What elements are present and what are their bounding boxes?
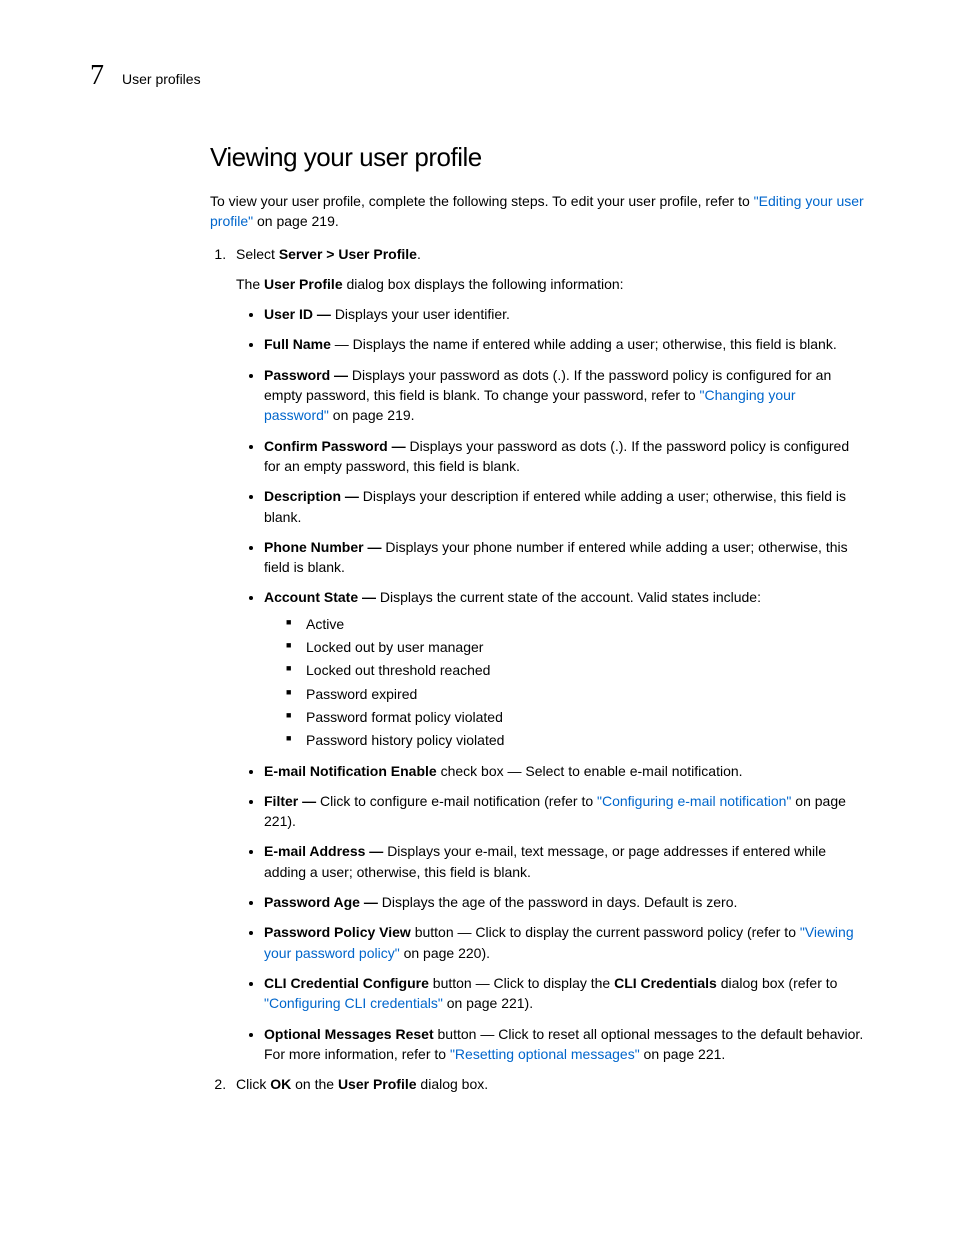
field-email-enable-desc: check box — Select to enable e-mail noti… xyxy=(437,763,743,779)
step1-suffix: . xyxy=(417,246,421,262)
field-cli-mid2: dialog box (refer to xyxy=(717,975,838,991)
step2-post: dialog box. xyxy=(417,1076,489,1092)
field-email-enable: E-mail Notification Enable check box — S… xyxy=(264,761,864,781)
step2-dialog: User Profile xyxy=(338,1076,417,1092)
field-password-post: on page 219. xyxy=(329,407,415,423)
field-policy-view-post: on page 220). xyxy=(400,945,490,961)
state-locked-manager: Locked out by user manager xyxy=(286,637,864,657)
field-account-state: Account State — Displays the current sta… xyxy=(264,587,864,750)
field-filter: Filter — Click to configure e-mail notif… xyxy=(264,791,864,832)
field-cli-mid1: button — Click to display the xyxy=(429,975,614,991)
field-policy-view: Password Policy View button — Click to d… xyxy=(264,922,864,963)
field-filter-label: Filter — xyxy=(264,793,320,809)
field-account-state-label: Account State — xyxy=(264,589,380,605)
link-cli-credentials[interactable]: "Configuring CLI credentials" xyxy=(264,995,443,1011)
field-full-name: Full Name — Displays the name if entered… xyxy=(264,334,864,354)
link-resetting-optional[interactable]: "Resetting optional messages" xyxy=(450,1046,640,1062)
field-user-id-label: User ID — xyxy=(264,306,335,322)
step1-dialog-post: dialog box displays the following inform… xyxy=(343,276,624,292)
content-body: Viewing your user profile To view your u… xyxy=(210,142,864,1094)
step1-menu: Server > User Profile xyxy=(279,246,417,262)
field-email-address: E-mail Address — Displays your e-mail, t… xyxy=(264,841,864,882)
field-password-age: Password Age — Displays the age of the p… xyxy=(264,892,864,912)
field-user-id-desc: Displays your user identifier. xyxy=(335,306,510,322)
field-password-age-desc: Displays the age of the password in days… xyxy=(382,894,738,910)
link-configuring-email[interactable]: "Configuring e-mail notification" xyxy=(597,793,791,809)
state-format-violated: Password format policy violated xyxy=(286,707,864,727)
field-password: Password — Displays your password as dot… xyxy=(264,365,864,426)
intro-text-post: on page 219. xyxy=(253,213,339,229)
state-active: Active xyxy=(286,614,864,634)
field-confirm-password-label: Confirm Password — xyxy=(264,438,409,454)
step-1: Select Server > User Profile. The User P… xyxy=(230,244,864,1065)
state-locked-threshold: Locked out threshold reached xyxy=(286,660,864,680)
field-cli-post: on page 221). xyxy=(443,995,533,1011)
page-header: 7 User profiles xyxy=(90,60,864,92)
field-cli-label: CLI Credential Configure xyxy=(264,975,429,991)
step1-prefix: Select xyxy=(236,246,279,262)
field-policy-view-label: Password Policy View xyxy=(264,924,411,940)
field-phone: Phone Number — Displays your phone numbe… xyxy=(264,537,864,578)
field-description-label: Description — xyxy=(264,488,363,504)
field-email-address-label: E-mail Address — xyxy=(264,843,387,859)
field-password-age-label: Password Age — xyxy=(264,894,382,910)
state-password-expired: Password expired xyxy=(286,684,864,704)
field-account-state-desc: Displays the current state of the accoun… xyxy=(380,589,761,605)
field-policy-view-mid: button — Click to display the current pa… xyxy=(411,924,800,940)
field-optional-post: on page 221. xyxy=(640,1046,726,1062)
field-email-enable-label: E-mail Notification Enable xyxy=(264,763,437,779)
field-full-name-label: Full Name xyxy=(264,336,331,352)
state-history-violated: Password history policy violated xyxy=(286,730,864,750)
steps-list: Select Server > User Profile. The User P… xyxy=(210,244,864,1095)
chapter-number: 7 xyxy=(90,60,104,92)
step2-pre: Click xyxy=(236,1076,270,1092)
step1-dialog-name: User Profile xyxy=(264,276,343,292)
field-list: User ID — Displays your user identifier.… xyxy=(236,304,864,1064)
section-title: Viewing your user profile xyxy=(210,142,864,173)
field-cli-bold2: CLI Credentials xyxy=(614,975,717,991)
step2-mid: on the xyxy=(291,1076,338,1092)
step2-ok: OK xyxy=(270,1076,291,1092)
field-filter-pre: Click to configure e-mail notification (… xyxy=(320,793,597,809)
field-password-label: Password — xyxy=(264,367,352,383)
field-phone-label: Phone Number — xyxy=(264,539,385,555)
step1-dialog-pre: The xyxy=(236,276,264,292)
field-full-name-desc: — Displays the name if entered while add… xyxy=(331,336,837,352)
intro-paragraph: To view your user profile, complete the … xyxy=(210,191,864,232)
field-user-id: User ID — Displays your user identifier. xyxy=(264,304,864,324)
field-confirm-password: Confirm Password — Displays your passwor… xyxy=(264,436,864,477)
header-breadcrumb: User profiles xyxy=(122,71,201,87)
account-state-list: Active Locked out by user manager Locked… xyxy=(264,614,864,751)
step-2: Click OK on the User Profile dialog box. xyxy=(230,1074,864,1094)
intro-text-pre: To view your user profile, complete the … xyxy=(210,193,754,209)
document-page: 7 User profiles Viewing your user profil… xyxy=(0,0,954,1164)
field-cli: CLI Credential Configure button — Click … xyxy=(264,973,864,1014)
step1-dialog-line: The User Profile dialog box displays the… xyxy=(236,274,864,294)
field-optional: Optional Messages Reset button — Click t… xyxy=(264,1024,864,1065)
field-description: Description — Displays your description … xyxy=(264,486,864,527)
field-optional-label: Optional Messages Reset xyxy=(264,1026,434,1042)
